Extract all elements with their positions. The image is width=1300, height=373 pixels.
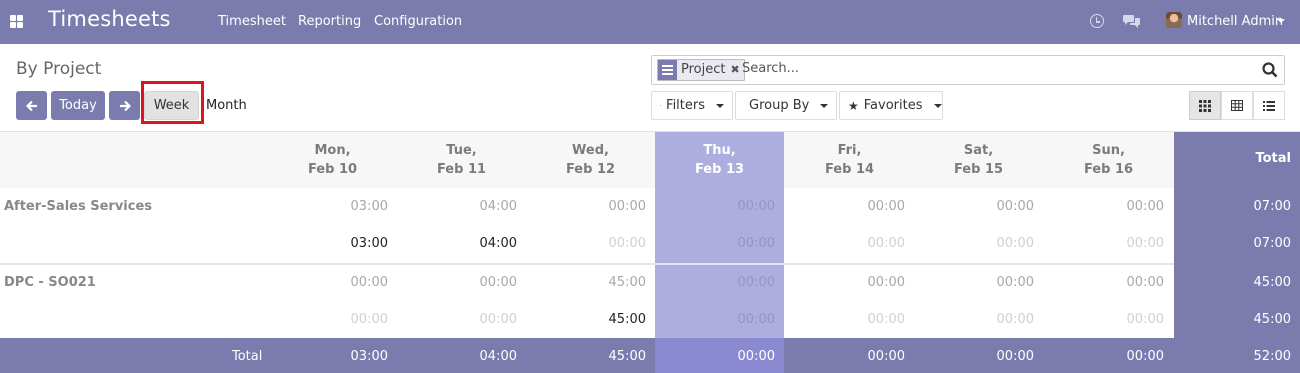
next-button[interactable] bbox=[109, 91, 140, 120]
grid-input-cell[interactable]: 00:00 bbox=[785, 312, 914, 327]
row-total: 45:00 bbox=[1253, 312, 1291, 327]
facet-remove-icon[interactable]: ✖ bbox=[730, 60, 739, 80]
day-header-wed: Wed, Feb 12 bbox=[565, 143, 616, 177]
column-total: 45:00 bbox=[608, 349, 646, 364]
grid-input-cell[interactable]: 04:00 bbox=[397, 236, 526, 251]
filters-dropdown[interactable]: Filters bbox=[651, 91, 733, 120]
discuss-chat-icon[interactable] bbox=[1123, 13, 1141, 29]
previous-button[interactable] bbox=[16, 91, 47, 120]
group-by-dropdown[interactable]: Group By bbox=[735, 91, 837, 120]
star-icon: ★ bbox=[848, 98, 859, 113]
table-view-icon bbox=[1231, 100, 1243, 111]
search-icon[interactable] bbox=[1262, 62, 1278, 78]
grid-cell: 00:00 bbox=[608, 199, 646, 214]
grid-input-cell[interactable]: 00:00 bbox=[1044, 236, 1173, 251]
group-by-label: Group By bbox=[749, 98, 810, 113]
activity-clock-icon[interactable] bbox=[1090, 14, 1104, 28]
filters-label: Filters bbox=[666, 98, 705, 113]
user-avatar[interactable] bbox=[1166, 12, 1182, 28]
week-range-button[interactable]: Week bbox=[144, 91, 199, 120]
group-by-facet-icon bbox=[658, 60, 677, 80]
grid-input-cell[interactable]: 00:00 bbox=[526, 236, 655, 251]
grid-cell: 00:00 bbox=[996, 275, 1034, 290]
apps-menu-icon[interactable] bbox=[10, 15, 23, 28]
today-button[interactable]: Today bbox=[51, 91, 105, 120]
column-total: 04:00 bbox=[479, 349, 517, 364]
grid-input-cell[interactable]: 03:00 bbox=[268, 236, 397, 251]
total-header: Total bbox=[1255, 151, 1291, 166]
page-title: By Project bbox=[16, 59, 102, 79]
group-separator bbox=[0, 263, 1174, 265]
column-total: 00:00 bbox=[867, 349, 905, 364]
column-total: 03:00 bbox=[350, 349, 388, 364]
app-title: Timesheets bbox=[48, 7, 171, 31]
grid-view-button[interactable] bbox=[1189, 91, 1221, 120]
favorites-dropdown[interactable]: ★ Favorites bbox=[839, 91, 943, 120]
grid-input-cell[interactable]: 00:00 bbox=[914, 312, 1043, 327]
search-facet: Project ✖ bbox=[657, 59, 745, 81]
day-header-sun: Sun, Feb 16 bbox=[1083, 143, 1134, 177]
day-header-sat: Sat, Feb 15 bbox=[953, 143, 1004, 177]
day-header-thu: Thu, Feb 13 bbox=[694, 143, 745, 177]
grid-input-cell[interactable]: 00:00 bbox=[268, 312, 397, 327]
grid-input-cell[interactable]: 00:00 bbox=[655, 236, 784, 251]
totals-label: Total bbox=[232, 349, 263, 364]
favorites-caret-icon bbox=[933, 103, 942, 108]
filter-icon bbox=[660, 104, 662, 106]
row-total: 07:00 bbox=[1253, 199, 1291, 214]
grid-cell: 00:00 bbox=[737, 275, 775, 290]
pivot-view-button[interactable] bbox=[1221, 91, 1253, 120]
column-total: 00:00 bbox=[737, 349, 775, 364]
grid-cell: 00:00 bbox=[737, 199, 775, 214]
favorites-label: Favorites bbox=[863, 98, 923, 113]
grid-cell: 00:00 bbox=[1126, 199, 1164, 214]
grid-cell: 45:00 bbox=[608, 275, 646, 290]
day-header-mon: Mon, Feb 10 bbox=[307, 143, 358, 177]
search-input[interactable] bbox=[742, 61, 1242, 76]
grid-cell: 03:00 bbox=[350, 199, 388, 214]
day-header-fri: Fri, Feb 14 bbox=[824, 143, 875, 177]
grid-input-cell[interactable]: 00:00 bbox=[914, 236, 1043, 251]
grid-cell: 00:00 bbox=[996, 199, 1034, 214]
grid-cell: 00:00 bbox=[867, 275, 905, 290]
list-view-button[interactable] bbox=[1253, 91, 1285, 120]
column-total: 00:00 bbox=[996, 349, 1034, 364]
grid-cell: 00:00 bbox=[1126, 275, 1164, 290]
menu-configuration[interactable]: Configuration bbox=[374, 14, 462, 29]
arrow-left-icon bbox=[25, 100, 37, 111]
grid-input-cell[interactable]: 00:00 bbox=[397, 312, 526, 327]
day-header-tue: Tue, Feb 11 bbox=[436, 143, 487, 177]
search-bar: Project ✖ bbox=[651, 55, 1285, 85]
grid-cell: 00:00 bbox=[479, 275, 517, 290]
grid-cell: 00:00 bbox=[867, 199, 905, 214]
menu-timesheet[interactable]: Timesheet bbox=[218, 14, 286, 29]
list-view-icon bbox=[1263, 100, 1275, 111]
row-total: 45:00 bbox=[1253, 275, 1291, 290]
user-menu[interactable]: Mitchell Admin bbox=[1187, 14, 1283, 29]
column-total: 00:00 bbox=[1126, 349, 1164, 364]
facet-label: Project bbox=[681, 62, 726, 77]
grid-input-cell[interactable]: 00:00 bbox=[655, 312, 784, 327]
filters-caret-icon bbox=[716, 103, 724, 108]
row-total: 07:00 bbox=[1253, 236, 1291, 251]
grand-total: 52:00 bbox=[1253, 349, 1291, 364]
month-range-button[interactable]: Month bbox=[206, 98, 247, 113]
grid-cell: 00:00 bbox=[350, 275, 388, 290]
grid-input-cell[interactable]: 00:00 bbox=[785, 236, 914, 251]
grid-view-icon bbox=[1199, 99, 1211, 112]
grid-input-cell[interactable]: 00:00 bbox=[1044, 312, 1173, 327]
group-label-dpc-so021: DPC - SO021 bbox=[4, 275, 96, 290]
timesheet-grid: Mon, Feb 10 Tue, Feb 11 Wed, Feb 12 Thu, Feb… bbox=[0, 131, 1300, 373]
group-label-after-sales: After-Sales Services bbox=[4, 199, 153, 214]
grid-input-cell[interactable]: 45:00 bbox=[526, 312, 655, 327]
grid-cell: 04:00 bbox=[479, 199, 517, 214]
arrow-right-icon bbox=[119, 100, 131, 111]
menu-reporting[interactable]: Reporting bbox=[298, 14, 361, 29]
group-by-caret-icon bbox=[820, 103, 829, 108]
top-navbar: Timesheets Timesheet Reporting Configura… bbox=[0, 0, 1300, 44]
user-menu-caret-icon[interactable] bbox=[1277, 19, 1285, 23]
